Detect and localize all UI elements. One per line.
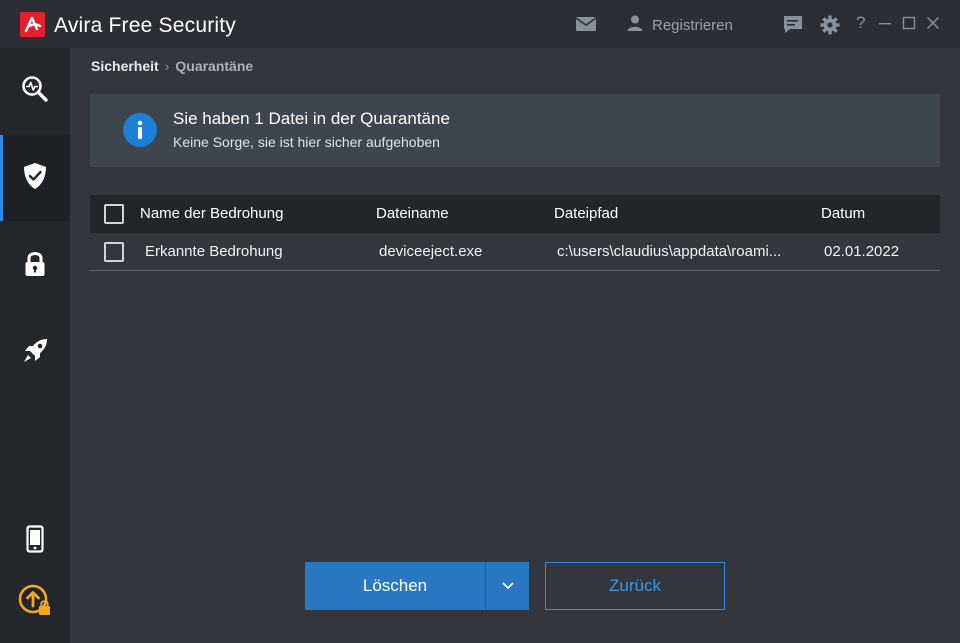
file-name: deviceeject.exe xyxy=(379,243,483,260)
user-icon xyxy=(626,14,644,36)
sidebar-item-privacy[interactable] xyxy=(0,223,70,309)
help-icon[interactable]: ? xyxy=(856,13,865,33)
register-button[interactable]: Registrieren xyxy=(626,14,733,36)
table-row[interactable]: Erkannte Bedrohung deviceeject.exe c:\us… xyxy=(90,233,940,271)
file-path: c:\users\claudius\appdata\roami... xyxy=(557,243,782,260)
info-subtitle: Keine Sorge, sie ist hier sicher aufgeho… xyxy=(173,134,440,150)
delete-button[interactable]: Löschen xyxy=(305,562,485,610)
column-header-filename[interactable]: Dateiname xyxy=(376,195,536,233)
breadcrumb: Sicherheit › Quarantäne xyxy=(91,58,253,74)
threat-name: Erkannte Bedrohung xyxy=(145,243,283,260)
chevron-down-icon xyxy=(501,577,515,595)
lock-icon xyxy=(24,250,46,283)
sidebar-item-upgrade[interactable] xyxy=(0,560,70,643)
info-title: Sie haben 1 Datei in der Quarantäne xyxy=(173,109,450,128)
sidebar-item-security[interactable] xyxy=(0,135,70,221)
sidebar-item-performance[interactable] xyxy=(0,310,70,396)
maximize-icon[interactable] xyxy=(900,14,918,32)
close-icon[interactable] xyxy=(924,14,942,32)
avira-logo xyxy=(20,12,45,37)
delete-options-dropdown[interactable] xyxy=(485,562,529,610)
column-header-threat[interactable]: Name der Bedrohung xyxy=(140,195,360,233)
rocket-icon xyxy=(21,337,49,370)
shield-check-icon xyxy=(22,162,48,195)
feedback-icon[interactable] xyxy=(783,15,803,40)
column-header-date[interactable]: Datum xyxy=(821,195,921,233)
register-label: Registrieren xyxy=(652,16,733,34)
main-content: Sicherheit › Quarantäne Sie haben 1 Date… xyxy=(70,48,960,643)
back-button[interactable]: Zurück xyxy=(545,562,725,610)
info-banner: Sie haben 1 Datei in der Quarantäne Kein… xyxy=(90,94,940,167)
product-name: Free Security xyxy=(108,14,236,37)
breadcrumb-current: Quarantäne xyxy=(175,58,254,74)
brand-name: Avira xyxy=(54,14,103,37)
table-header: Name der Bedrohung Dateiname Dateipfad D… xyxy=(90,195,940,233)
scan-icon xyxy=(21,75,49,108)
sidebar-item-scan[interactable] xyxy=(0,48,70,134)
mobile-icon xyxy=(26,524,44,558)
select-all-checkbox[interactable] xyxy=(104,204,124,224)
minimize-icon[interactable] xyxy=(876,14,894,32)
quarantine-table: Name der Bedrohung Dateiname Dateipfad D… xyxy=(90,195,940,271)
info-icon xyxy=(123,113,157,147)
settings-gear-icon[interactable] xyxy=(820,15,840,40)
breadcrumb-separator: › xyxy=(164,58,170,74)
column-header-path[interactable]: Dateipfad xyxy=(554,195,794,233)
quarantine-date: 02.01.2022 xyxy=(824,243,900,260)
breadcrumb-parent[interactable]: Sicherheit xyxy=(91,58,159,74)
mail-icon[interactable] xyxy=(575,16,597,37)
app-title: Avira Free Security xyxy=(54,14,236,38)
upgrade-icon xyxy=(18,584,52,623)
title-bar: Avira Free Security Registrieren ? xyxy=(0,0,960,48)
row-checkbox[interactable] xyxy=(104,242,124,262)
delete-button-group: Löschen xyxy=(305,562,529,610)
sidebar xyxy=(0,48,70,643)
